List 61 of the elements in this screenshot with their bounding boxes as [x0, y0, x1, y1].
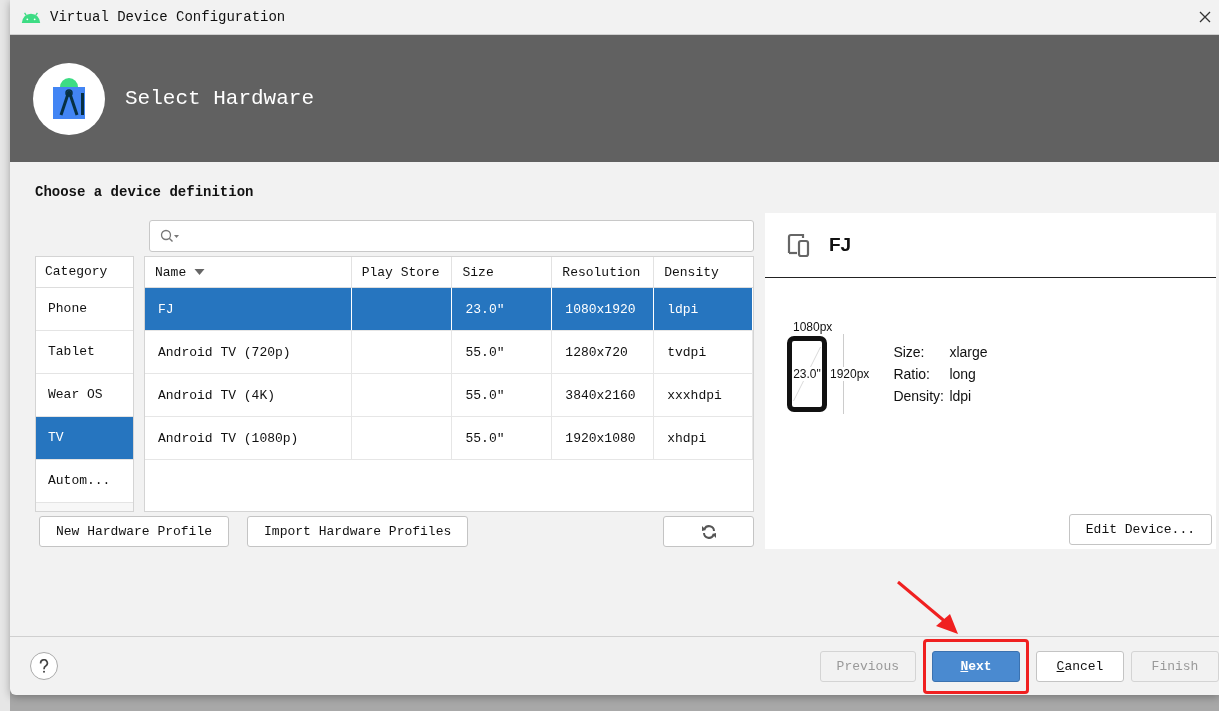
spec-label: Ratio: — [893, 366, 931, 382]
column-header[interactable]: Name — [145, 257, 352, 287]
refresh-icon — [700, 523, 717, 540]
column-header[interactable]: Density — [654, 257, 753, 287]
profile-button[interactable]: New Hardware Profile — [39, 516, 230, 547]
table-cell: xhdpi — [667, 430, 707, 446]
spec-label: Size: — [893, 344, 926, 360]
column-header[interactable]: Resolution — [552, 257, 655, 287]
table-row[interactable]: Android TV (1080p) 55.0" 1920x1080 xhdpi — [145, 417, 753, 460]
table-cell: 23.0" — [465, 301, 505, 317]
window-title: Virtual Device Configuration — [50, 9, 286, 25]
table-cell: Android TV (4K) — [158, 387, 276, 403]
table-cell: 1280x720 — [565, 344, 628, 360]
devices-icon — [785, 232, 811, 258]
spec-label: Density: — [893, 388, 945, 404]
table-cell: 1080x1920 — [565, 301, 636, 317]
column-header[interactable]: Play Store — [351, 257, 453, 287]
diagonal-label: 23.0" — [793, 367, 821, 381]
close-icon[interactable] — [1199, 11, 1211, 23]
spec-value: long — [949, 366, 976, 382]
spec-value: xlarge — [949, 344, 988, 360]
device-name: FJ — [829, 234, 852, 256]
category-item[interactable]: TV — [36, 417, 133, 460]
width-label: 1080px — [792, 320, 834, 334]
table-cell: Android TV (1080p) — [158, 430, 299, 446]
table-cell: ldpi — [667, 301, 699, 317]
android-icon — [20, 10, 42, 24]
category-item[interactable]: Phone — [36, 288, 133, 331]
height-label: 1920px — [830, 367, 870, 381]
column-header: Category — [36, 257, 133, 288]
category-item[interactable]: Autom... — [36, 460, 133, 503]
table-cell: tvdpi — [667, 344, 707, 360]
spec-value: ldpi — [949, 388, 972, 404]
table-cell: 3840x2160 — [565, 387, 636, 403]
table-cell: 1920x1080 — [565, 430, 636, 446]
page-title: Select Hardware — [125, 87, 315, 110]
table-cell: Android TV (720p) — [158, 344, 291, 360]
table-cell: FJ — [158, 301, 174, 317]
dialog-button[interactable]: Next — [932, 650, 1020, 682]
category-item[interactable]: Tablet — [36, 331, 133, 374]
table-cell: 55.0" — [465, 344, 505, 360]
help-button[interactable] — [30, 652, 58, 680]
section-title: Choose a device definition — [35, 184, 255, 202]
refresh-button[interactable] — [663, 516, 754, 547]
table-row[interactable]: FJ 23.0" 1080x1920 ldpi — [145, 288, 753, 331]
table-cell: 55.0" — [465, 430, 505, 446]
category-item[interactable]: Wear OS — [36, 374, 133, 417]
sort-caret-icon — [194, 269, 206, 275]
table-cell: 55.0" — [465, 387, 505, 403]
table-cell: xxxhdpi — [667, 387, 722, 403]
column-header[interactable]: Size — [452, 257, 553, 287]
search-field[interactable] — [149, 220, 754, 252]
help-icon — [39, 659, 49, 673]
dialog-button[interactable]: Cancel — [1036, 650, 1124, 682]
search-icon — [160, 229, 180, 243]
android-studio-logo-icon — [33, 62, 105, 135]
edit-device-button[interactable]: Edit Device... — [1068, 514, 1212, 545]
profile-button[interactable]: Import Hardware Profiles — [247, 516, 469, 547]
table-row[interactable]: Android TV (720p) 55.0" 1280x720 tvdpi — [145, 331, 753, 374]
annotation-arrow — [896, 579, 960, 636]
table-row[interactable]: Android TV (4K) 55.0" 3840x2160 xxxhdpi — [145, 374, 753, 417]
